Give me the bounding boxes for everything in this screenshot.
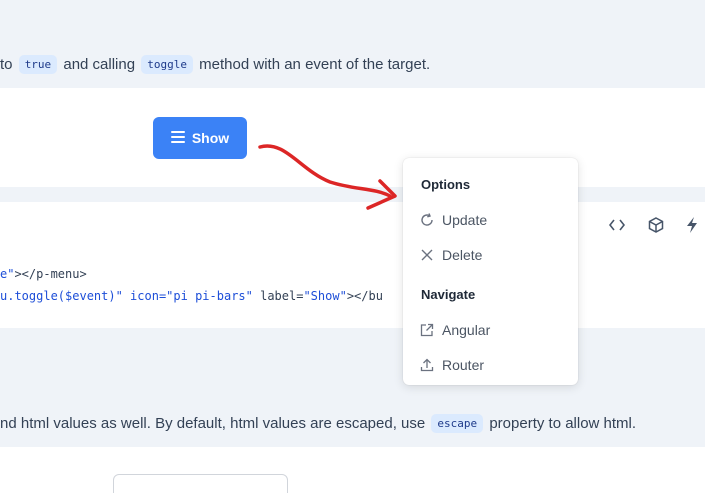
annotation-arrow xyxy=(258,144,397,210)
